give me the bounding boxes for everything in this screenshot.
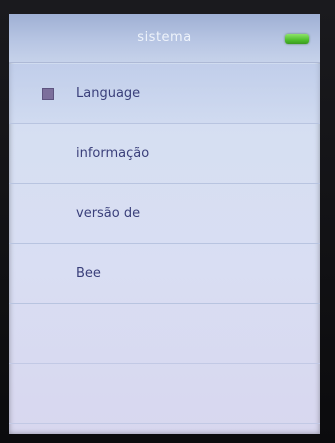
empty-menu-row (9, 364, 320, 424)
screen: sistema Language informação versão de Be… (9, 14, 320, 434)
device-bezel: sistema Language informação versão de Be… (0, 0, 335, 443)
settings-menu: Language informação versão de Bee (9, 64, 320, 424)
menu-item-bee[interactable]: Bee (9, 244, 320, 304)
selection-square-icon (42, 88, 54, 100)
title-bar: sistema (9, 14, 320, 63)
menu-item-language[interactable]: Language (9, 64, 320, 124)
menu-item-label: Language (76, 86, 141, 101)
menu-item-label: informação (76, 146, 150, 161)
menu-item-version[interactable]: versão de (9, 184, 320, 244)
menu-item-label: Bee (76, 266, 101, 281)
empty-menu-row (9, 304, 320, 364)
menu-item-information[interactable]: informação (9, 124, 320, 184)
battery-full-icon (285, 34, 309, 44)
screen-title: sistema (137, 30, 192, 45)
menu-item-label: versão de (76, 206, 141, 221)
